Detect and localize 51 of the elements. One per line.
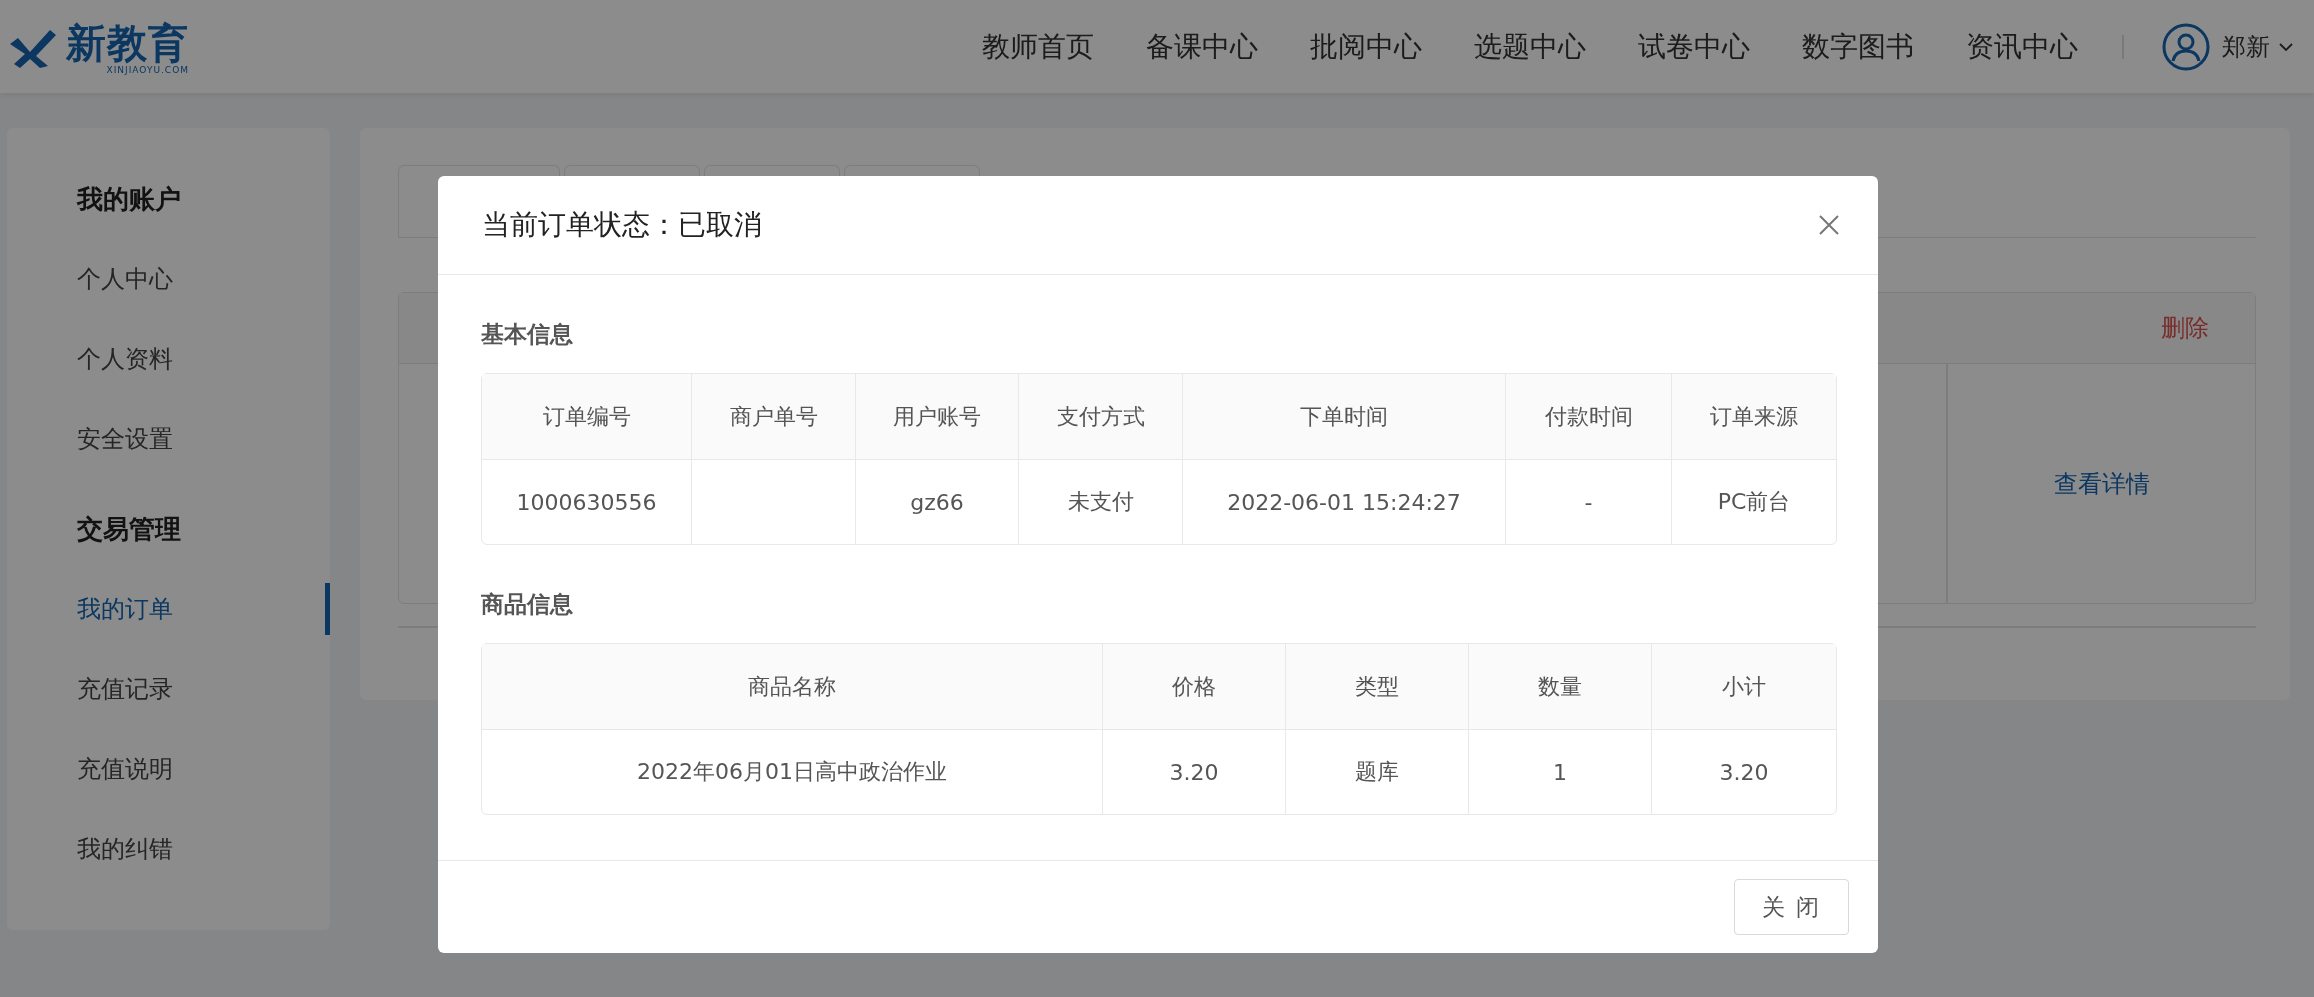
column-header: 下单时间 [1300,403,1388,429]
column-header: 类型 [1355,673,1399,699]
sidebar-item[interactable]: 个人资料 [7,333,330,385]
column-header: 数量 [1538,673,1582,699]
dialog-title: 当前订单状态：已取消 [482,207,762,243]
view-details-link[interactable]: 查看详情 [2053,467,2150,500]
caret-icon[interactable] [2278,41,2294,52]
table-cell: 3.20 [1719,759,1769,785]
sidebar-section-title: 交易管理 [76,514,182,546]
column-header: 价格 [1172,673,1216,699]
table-cell: 3.20 [1169,759,1219,785]
table-cell: 1 [1553,759,1567,785]
column-header: 订单编号 [542,403,631,429]
sidebar-item[interactable]: 我的纠错 [7,823,330,875]
column-header: 订单来源 [1710,403,1798,429]
section-title: 基本信息 [481,320,574,349]
table-cell: 未支付 [1067,489,1134,514]
close-button[interactable]: 关 闭 [1734,879,1849,935]
table-cell: - [1584,489,1593,515]
table-cell: PC前台 [1717,489,1791,514]
table-cell: 题库 [1355,759,1399,784]
table-cell: 2022年06月01日高中政治作业 [637,759,947,784]
nav-link[interactable]: 资讯中心 [1966,27,2078,66]
section-title: 商品信息 [481,590,574,619]
nav-link[interactable]: 批阅中心 [1310,27,1422,66]
logo-subtext: XINJIAOYU.COM [106,65,189,74]
sidebar-item[interactable]: 充值说明 [7,743,330,795]
user-name[interactable]: 郑新 [2222,30,2270,63]
column-header: 用户账号 [893,403,981,429]
sidebar-item[interactable]: 我的订单 [7,583,330,635]
nav-link[interactable]: 试卷中心 [1638,27,1750,66]
sidebar-item[interactable]: 个人中心 [7,253,330,305]
logo-text: 新教育 [66,19,189,66]
table-cell: gz66 [910,489,964,515]
sidebar-item[interactable]: 充值记录 [7,663,330,715]
nav-link[interactable]: 数字图书 [1802,27,1914,66]
column-header: 商品名称 [748,673,836,699]
table-cell: 2022-06-01 15:24:27 [1227,489,1461,515]
nav-link[interactable]: 备课中心 [1146,27,1258,66]
column-header: 支付方式 [1056,403,1145,429]
nav-link[interactable]: 教师首页 [982,27,1094,66]
column-header: 商户单号 [729,403,818,429]
column-header: 付款时间 [1544,403,1633,429]
user-avatar-icon[interactable] [2162,22,2210,71]
close-icon[interactable] [1818,214,1840,236]
nav-link[interactable]: 选题中心 [1474,27,1586,66]
table-cell: 1000630556 [516,489,657,515]
delete-link[interactable]: 删除 [2161,312,2209,344]
column-header: 小计 [1722,673,1766,699]
sidebar-item[interactable]: 安全设置 [7,413,330,465]
sidebar-section-title: 我的账户 [75,184,182,216]
